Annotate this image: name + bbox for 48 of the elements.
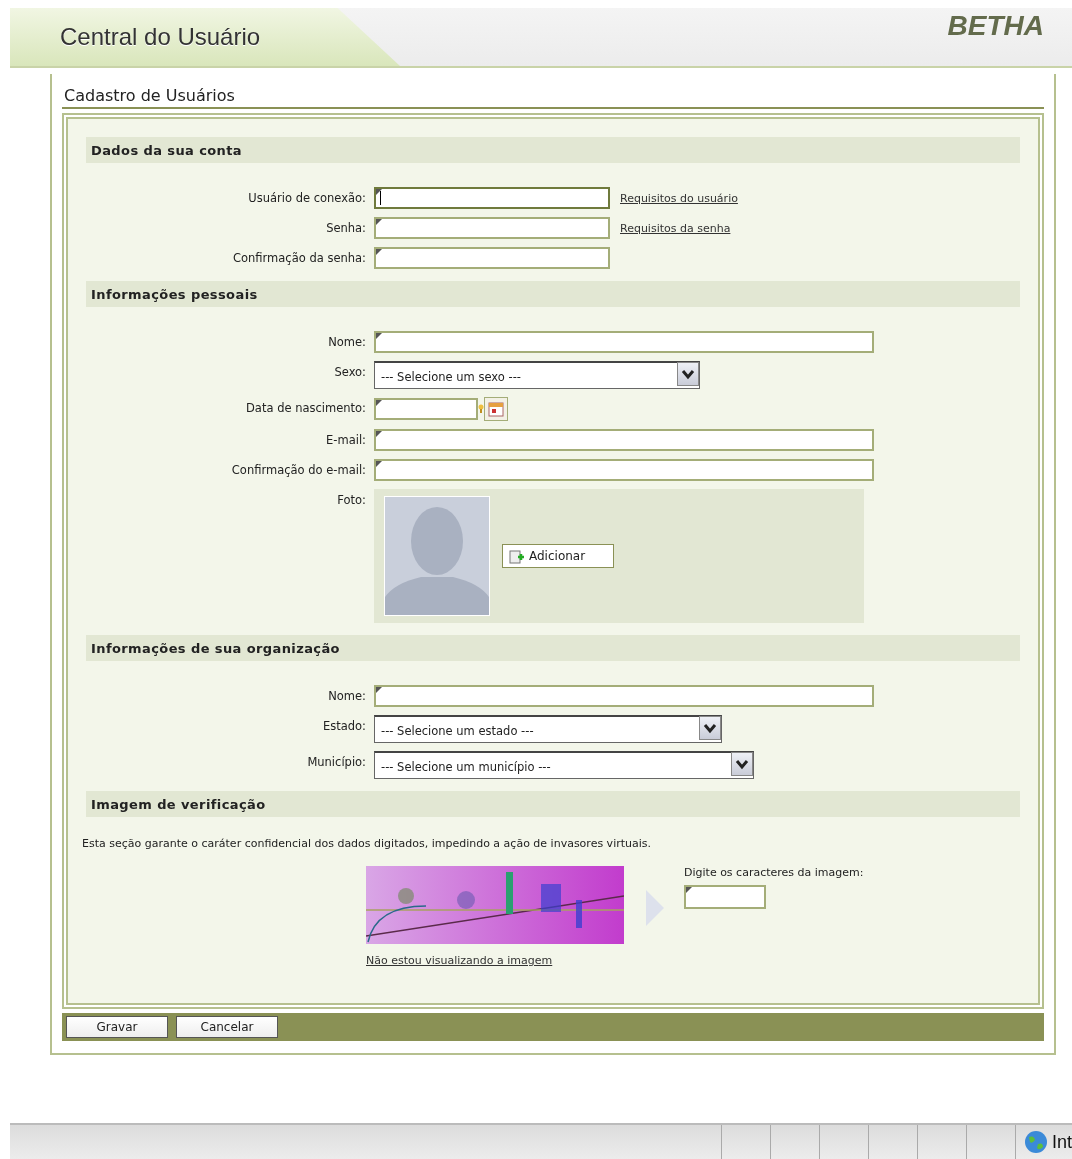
cancel-button[interactable]: Cancelar xyxy=(176,1016,278,1038)
field-label: Nome: xyxy=(328,688,366,703)
dropdown[interactable]: --- Selecione um município --- xyxy=(374,751,754,779)
dropdown[interactable]: --- Selecione um sexo --- xyxy=(374,361,700,389)
chevron-down-icon xyxy=(735,758,749,770)
section-header: Informações de sua organização xyxy=(86,635,1020,661)
field-label: Município: xyxy=(307,754,366,769)
input-field[interactable] xyxy=(374,459,874,481)
input-field[interactable] xyxy=(374,247,610,269)
section-header: Imagem de verificação xyxy=(86,791,1020,817)
date-field[interactable] xyxy=(374,398,478,420)
field-label: Digite os caracteres da imagem: xyxy=(684,866,865,879)
field-label: Confirmação do e-mail: xyxy=(231,462,366,477)
field-label: Confirmação da senha: xyxy=(233,250,366,265)
add-file-icon xyxy=(509,548,525,564)
input-field[interactable] xyxy=(374,331,874,353)
requirements-link[interactable]: Requisitos do usuário xyxy=(620,191,738,205)
section-note: Esta seção garante o caráter confidencial dos dados digitados, impedindo a ação de invasores virtuais. xyxy=(82,836,653,852)
input-field[interactable] xyxy=(374,187,610,209)
field-label: Senha: xyxy=(326,220,366,235)
field-label: Estado: xyxy=(322,718,366,733)
app-title: Central do Usuário xyxy=(60,23,261,51)
field-label: Data de nascimento: xyxy=(246,400,366,415)
hint-icon xyxy=(478,404,484,414)
add-photo-button[interactable]: Adicionar xyxy=(502,544,614,568)
chevron-down-icon xyxy=(681,368,695,380)
calendar-icon xyxy=(488,401,504,417)
field-label: Sexo: xyxy=(334,364,366,379)
section-header: Informações pessoais xyxy=(86,281,1020,307)
requirements-link[interactable]: Requisitos da senha xyxy=(620,221,731,235)
zone-text: Int xyxy=(1052,1131,1072,1153)
captcha-input[interactable] xyxy=(684,885,766,909)
logo: BETHA xyxy=(947,9,1045,43)
globe-icon xyxy=(1024,1130,1048,1154)
field-label: Usuário de conexão: xyxy=(248,190,366,205)
dropdown[interactable]: --- Selecione um estado --- xyxy=(374,715,722,743)
save-button[interactable]: Gravar xyxy=(66,1016,168,1038)
cant-see-image-link[interactable]: Não estou visualizando a imagem xyxy=(366,954,624,967)
calendar-button[interactable] xyxy=(484,397,508,421)
page-title: Cadastro de Usuários xyxy=(62,86,1044,109)
input-field[interactable] xyxy=(374,429,874,451)
field-label: Nome: xyxy=(328,334,366,349)
field-label: Foto: xyxy=(337,492,366,507)
section-header: Dados da sua conta xyxy=(86,137,1020,163)
chevron-down-icon xyxy=(703,722,717,734)
field-label: E-mail: xyxy=(326,432,366,447)
input-field[interactable] xyxy=(374,217,610,239)
input-field[interactable] xyxy=(374,685,874,707)
